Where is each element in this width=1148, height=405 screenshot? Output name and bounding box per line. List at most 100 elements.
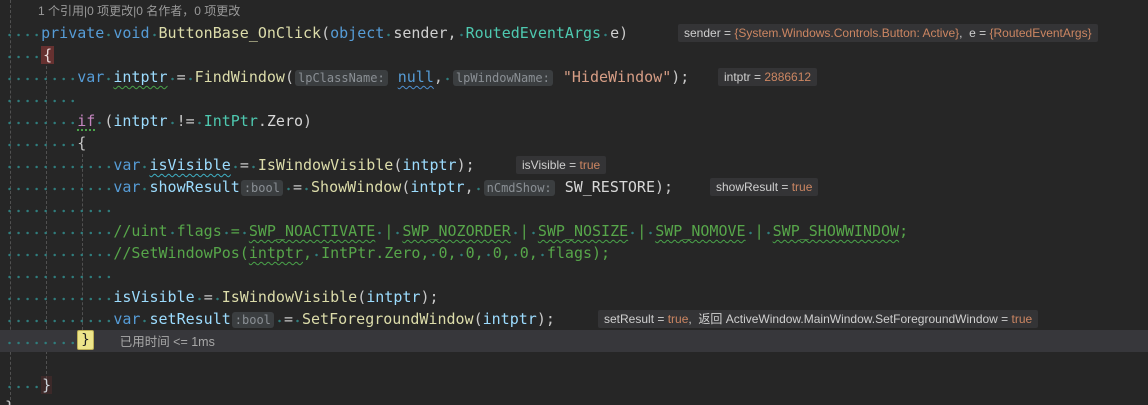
code-token [275, 310, 284, 328]
code-token: { [77, 134, 86, 152]
code-token: isVisible [150, 156, 231, 174]
code-token: intptr [113, 112, 167, 130]
code-token [140, 156, 149, 174]
code-token: = [204, 288, 213, 306]
code-token [375, 222, 384, 240]
code-token: ); [420, 288, 438, 306]
code-token: intptr [410, 178, 464, 196]
debug-label: intptr = [724, 70, 764, 84]
code-token: var [113, 310, 140, 328]
code-token [538, 244, 547, 262]
code-token: void [113, 24, 149, 42]
code-editor[interactable]: 1 个引用|0 项更改|0 名作者，0 项更改 private void But… [0, 0, 1148, 405]
line-iswindowvisible[interactable]: var isVisible = IsWindowVisible(intptr);… [0, 154, 1148, 176]
line-showwindow[interactable]: var showResult:bool = ShowWindow(intptr,… [0, 176, 1148, 198]
line-blank-method[interactable] [0, 88, 1148, 110]
line-setforegroundwindow[interactable]: var setResult:bool = SetForegroundWindow… [0, 308, 1148, 330]
code-token: intptr [366, 288, 420, 306]
code-token: SW_RESTORE [565, 178, 655, 196]
line-blank-if-2[interactable] [0, 264, 1148, 286]
code-token: RoutedEventArgs [466, 24, 601, 42]
code-token: var [113, 156, 140, 174]
code-token: ( [474, 310, 483, 328]
debug-value-annotation[interactable]: sender = {System.Windows.Controls.Button… [678, 24, 1098, 42]
code-token [195, 288, 204, 306]
code-token [5, 244, 113, 262]
code-token: = [240, 156, 249, 174]
code-token: ShowWindow [311, 178, 401, 196]
code-token: ); [457, 156, 475, 174]
code-token: IsWindowVisible [222, 288, 357, 306]
code-token: showResult [150, 178, 240, 196]
code-token: e [610, 24, 619, 42]
code-area[interactable]: 1 个引用|0 项更改|0 名作者，0 项更改 private void But… [0, 0, 1148, 405]
code-token: SWP_NOMOVE [655, 222, 745, 240]
code-token [5, 90, 77, 108]
debug-value-annotation[interactable]: setResult = true, 返回 ActiveWindow.MainWi… [598, 310, 1038, 328]
code-token: flags [177, 222, 222, 240]
inlay-hint[interactable]: lpWindowName: [453, 70, 553, 86]
perf-tip-label[interactable]: 已用时间 <= 1ms [120, 335, 215, 349]
line-comment-setwindowpos[interactable]: //SetWindowPos(intptr, IntPtr.Zero, 0, 0… [0, 242, 1148, 264]
code-token [511, 222, 520, 240]
code-token [429, 244, 438, 262]
code-token [5, 134, 77, 152]
line-if[interactable]: if (intptr != IntPtr.Zero) [0, 110, 1148, 132]
code-token [140, 178, 149, 196]
code-token [5, 68, 77, 86]
debug-value-annotation[interactable]: intptr = 2886612 [718, 68, 817, 86]
code-token [554, 68, 563, 86]
code-token: null [398, 68, 434, 86]
code-token [231, 156, 240, 174]
code-token: ( [285, 68, 294, 86]
code-token: | [520, 222, 529, 240]
inlay-hint[interactable]: nCmdShow: [484, 180, 555, 196]
debug-value: {System.Windows.Controls.Button: Active} [734, 26, 959, 40]
code-token: ( [321, 24, 330, 42]
code-token [302, 178, 311, 196]
debug-label: , e = [959, 26, 989, 40]
line-comment-flags[interactable]: //uint flags = SWP_NOACTIVATE | SWP_NOZO… [0, 220, 1148, 242]
inlay-hint[interactable]: :bool [232, 312, 274, 328]
code-token: . [258, 112, 267, 130]
line-findwindow[interactable]: var intptr = FindWindow(lpClassName: nul… [0, 66, 1148, 88]
code-token: SWP_NOSIZE [538, 222, 628, 240]
code-token [5, 112, 77, 130]
code-token [284, 178, 293, 196]
code-token [293, 310, 302, 328]
line-if-close-brace-perf[interactable]: }已用时间 <= 1ms [0, 330, 1148, 352]
code-token [222, 222, 231, 240]
code-token [646, 222, 655, 240]
debug-value: true [579, 158, 600, 172]
line-class-close-brace[interactable]: } [0, 396, 1148, 405]
debug-value-annotation[interactable]: isVisible = true [516, 156, 606, 174]
inlay-hint[interactable]: lpClassName: [295, 70, 388, 86]
code-token: intptr [113, 68, 167, 86]
debug-value-annotation[interactable]: showResult = true [710, 178, 818, 196]
code-token [556, 178, 565, 196]
codelens-references[interactable]: 1 个引用|0 项更改|0 名作者，0 项更改 [0, 0, 1148, 22]
code-token: intptr [249, 244, 303, 262]
code-token: ); [671, 68, 689, 86]
code-token [5, 288, 113, 306]
line-if-open-brace[interactable]: { [0, 132, 1148, 154]
code-token [95, 112, 104, 130]
code-token: , [465, 178, 474, 196]
code-token [5, 200, 113, 218]
code-token: ) [619, 24, 628, 42]
code-token [140, 310, 149, 328]
line-method-open-brace[interactable]: { [0, 44, 1148, 66]
line-blank-if-1[interactable] [0, 198, 1148, 220]
code-token [601, 24, 610, 42]
code-token: var [77, 68, 104, 86]
code-token [5, 222, 113, 240]
line-blank-after-band[interactable] [0, 352, 1148, 374]
line-isvisible-assign[interactable]: isVisible = IsWindowVisible(intptr); [0, 286, 1148, 308]
code-token [5, 46, 41, 64]
code-token: ); [655, 178, 673, 196]
code-token [186, 68, 195, 86]
inlay-hint[interactable]: :bool [241, 180, 283, 196]
line-method-signature[interactable]: private void ButtonBase_OnClick(object s… [0, 22, 1148, 44]
line-method-close-brace[interactable]: } [0, 374, 1148, 396]
debug-label: showResult = [716, 180, 792, 194]
